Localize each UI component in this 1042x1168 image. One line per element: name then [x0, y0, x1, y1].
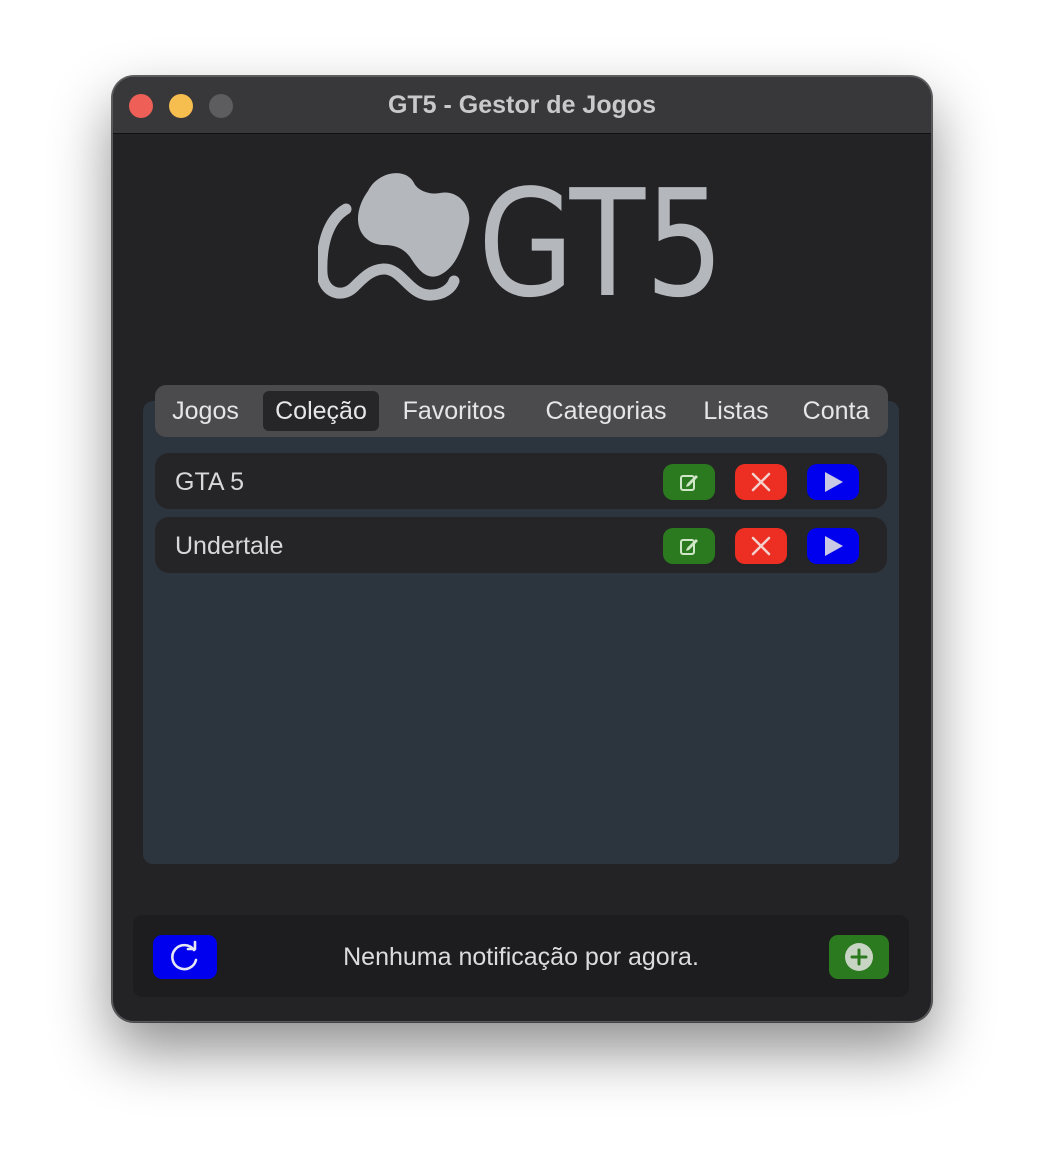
app-logo: GT5 [318, 169, 724, 309]
edit-button[interactable] [663, 528, 715, 564]
tab-jogos[interactable]: Jogos [163, 391, 248, 431]
close-icon [751, 536, 771, 556]
game-name: Undertale [175, 532, 284, 560]
tab-colecao[interactable]: Coleção [263, 391, 379, 431]
tab-conta[interactable]: Conta [795, 391, 877, 431]
title-bar: GT5 - Gestor de Jogos [113, 77, 931, 134]
window-title: GT5 - Gestor de Jogos [387, 91, 657, 119]
add-circle-icon [845, 943, 873, 971]
tab-bar: Jogos Coleção Favoritos Categorias Lista… [155, 385, 888, 437]
list-item[interactable]: Undertale [155, 517, 887, 573]
tab-listas[interactable]: Listas [695, 391, 777, 431]
add-game-button[interactable] [829, 935, 889, 979]
gamepad-icon [318, 173, 470, 301]
play-button[interactable] [807, 528, 859, 564]
app-window: GT5 - Gestor de Jogos GT5 Jogos Coleção … [112, 76, 932, 1022]
tab-categorias[interactable]: Categorias [533, 391, 679, 431]
refresh-button[interactable] [153, 935, 217, 979]
delete-button[interactable] [735, 464, 787, 500]
tab-favoritos[interactable]: Favoritos [391, 391, 517, 431]
play-icon [825, 536, 843, 556]
delete-button[interactable] [735, 528, 787, 564]
game-name: GTA 5 [175, 468, 245, 496]
logo-text: GT5 [478, 169, 724, 309]
play-button[interactable] [807, 464, 859, 500]
notification-bar: Nenhuma notificação por agora. [133, 915, 909, 997]
refresh-icon [171, 940, 198, 971]
list-item[interactable]: GTA 5 [155, 453, 887, 509]
edit-button[interactable] [663, 464, 715, 500]
notification-text: Nenhuma notificação por agora. [343, 943, 699, 971]
edit-icon [680, 539, 698, 555]
close-icon [751, 472, 771, 492]
edit-icon [680, 475, 698, 491]
play-icon [825, 472, 843, 492]
